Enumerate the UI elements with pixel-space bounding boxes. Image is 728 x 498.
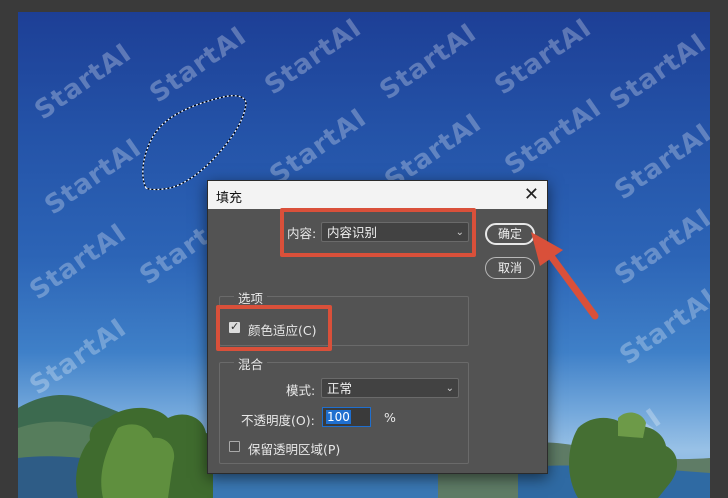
arrow-icon <box>531 232 599 320</box>
